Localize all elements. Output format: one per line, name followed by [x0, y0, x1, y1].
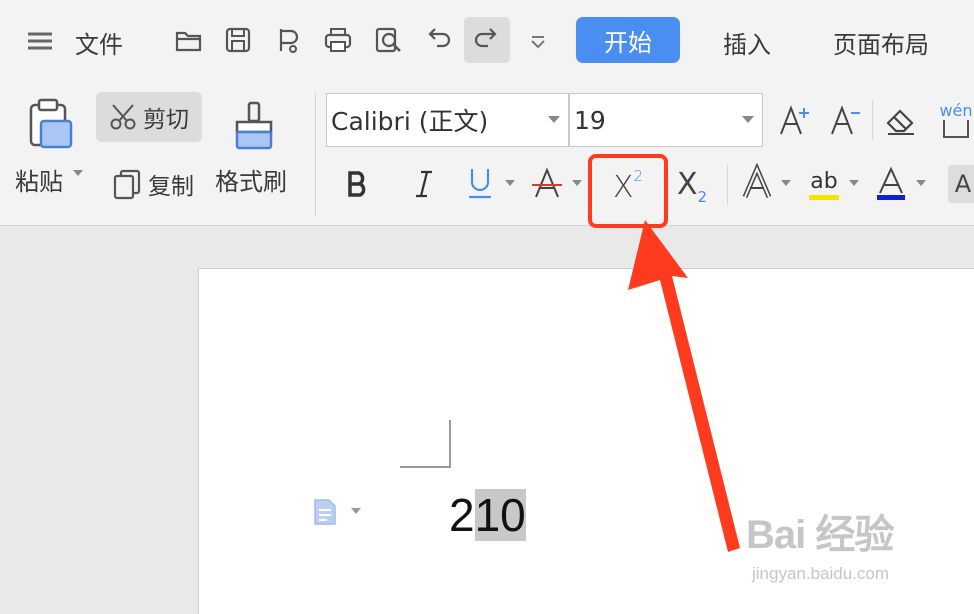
decrease-font-size-icon[interactable] — [826, 100, 866, 140]
undo-icon[interactable] — [421, 23, 455, 57]
subscript-icon: X2 — [677, 167, 707, 206]
print-icon[interactable] — [321, 23, 355, 57]
paragraph-options-icon[interactable] — [310, 496, 340, 528]
watermark: Bai 经验 jingyan.baidu.com — [746, 502, 894, 584]
margin-corner-mark — [400, 420, 451, 468]
format-painter-label[interactable]: 格式刷 — [215, 162, 287, 197]
paste-dropdown-caret[interactable] — [73, 170, 83, 176]
copy-button[interactable]: 复制 — [103, 160, 203, 208]
ribbon: 文件 开始 插入 页面布局 粘贴 剪切 复制 格式刷 Calibri (正文) … — [0, 0, 974, 226]
print-preview-icon[interactable] — [371, 23, 405, 57]
watermark-url: jingyan.baidu.com — [752, 564, 890, 583]
redo-icon[interactable] — [464, 17, 510, 63]
clear-formatting-icon[interactable] — [880, 100, 922, 140]
increase-font-size-icon[interactable] — [775, 100, 815, 140]
export-icon[interactable] — [271, 23, 305, 57]
font-size-value: 19 — [574, 105, 606, 135]
font-size-divider — [872, 100, 873, 140]
text-effects-icon[interactable] — [738, 162, 776, 203]
paragraph-options-caret[interactable] — [351, 508, 361, 514]
italic-icon[interactable] — [406, 165, 442, 203]
hamburger-menu-icon[interactable] — [23, 24, 57, 58]
annotation-highlight-box — [588, 154, 668, 228]
cut-button[interactable]: 剪切 — [96, 92, 202, 142]
highlight-color-icon[interactable]: ab — [804, 163, 844, 205]
font-color-dropdown-caret[interactable] — [916, 180, 926, 186]
underline-icon[interactable] — [462, 163, 498, 203]
copy-icon — [113, 169, 141, 200]
script-divider — [727, 165, 728, 205]
format-painter-icon[interactable] — [226, 98, 282, 154]
cut-label: 剪切 — [143, 107, 189, 133]
paste-icon[interactable] — [22, 96, 78, 152]
strikethrough-icon[interactable] — [528, 163, 566, 203]
paste-label[interactable]: 粘贴 — [15, 162, 63, 197]
tab-insert[interactable]: 插入 — [723, 25, 771, 60]
file-menu[interactable]: 文件 — [75, 25, 123, 60]
tab-page-layout[interactable]: 页面布局 — [833, 25, 929, 60]
open-folder-icon[interactable] — [172, 23, 206, 57]
strikethrough-dropdown-caret[interactable] — [572, 180, 582, 186]
annotation-arrow — [628, 220, 740, 552]
tab-start[interactable]: 开始 — [576, 17, 680, 63]
font-color-icon[interactable] — [871, 163, 911, 205]
watermark-main: Bai 经验 — [746, 513, 894, 557]
copy-label: 复制 — [148, 174, 194, 200]
highlight-yellow-swatch — [809, 194, 839, 200]
text-effects-dropdown-caret[interactable] — [781, 180, 791, 186]
font-size-select[interactable]: 19 — [569, 93, 763, 147]
save-icon[interactable] — [221, 23, 255, 57]
selected-text: 10 — [474, 489, 526, 541]
phonetic-guide-glyph: wén — [939, 101, 973, 120]
char-shading-icon[interactable]: A — [948, 165, 974, 203]
font-family-caret — [548, 116, 560, 123]
subscript-base: X — [676, 166, 698, 202]
font-size-caret — [742, 116, 754, 123]
bold-icon[interactable] — [340, 165, 376, 203]
subscript-button[interactable]: X2 — [668, 163, 716, 209]
font-family-select[interactable]: Calibri (正文) — [326, 93, 569, 147]
subscript-mark: 2 — [697, 187, 708, 206]
document-text[interactable]: 210 — [449, 487, 526, 543]
scissors-icon — [110, 104, 136, 130]
highlight-dropdown-caret[interactable] — [849, 180, 859, 186]
customize-toolbar-icon[interactable] — [521, 24, 555, 58]
underline-dropdown-caret[interactable] — [505, 180, 515, 186]
font-family-value: Calibri (正文) — [331, 107, 489, 136]
phonetic-guide-icon[interactable]: wén — [936, 98, 974, 142]
group-divider — [315, 92, 316, 216]
text-before-selection: 2 — [449, 489, 475, 541]
